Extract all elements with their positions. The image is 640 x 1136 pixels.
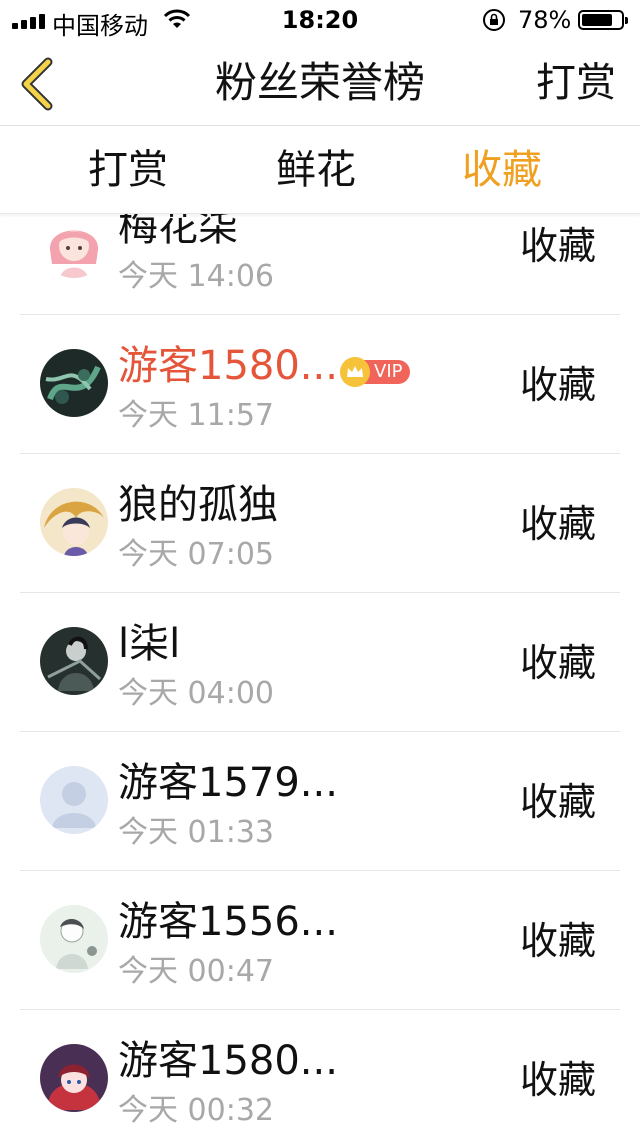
avatar[interactable] — [40, 905, 108, 973]
list-item[interactable]: l柒l 今天 04:00 收藏 — [20, 593, 620, 732]
vip-badge: VIP — [340, 357, 411, 387]
dark-warrior-avatar-icon — [40, 627, 108, 695]
user-name[interactable]: 游客1580... — [118, 341, 338, 391]
default-user-avatar-icon — [40, 766, 108, 834]
avatar[interactable] — [40, 627, 108, 695]
avatar[interactable] — [40, 488, 108, 556]
crown-icon — [340, 357, 370, 387]
chevron-left-icon — [21, 57, 53, 111]
user-name[interactable]: 游客1579... — [118, 758, 338, 808]
timestamp: 今天 00:32 — [118, 1093, 274, 1128]
avatar[interactable] — [40, 214, 108, 278]
avatar[interactable] — [40, 766, 108, 834]
dark-green-art-avatar-icon — [40, 349, 108, 417]
action-label: 收藏 — [519, 224, 596, 268]
list-item[interactable]: 游客1579... 今天 01:33 收藏 — [20, 732, 620, 871]
tab-reward[interactable]: 打赏 — [88, 144, 168, 196]
anime-dragon-avatar-icon — [40, 488, 108, 556]
action-label: 收藏 — [519, 919, 596, 963]
battery-percent: 78% — [518, 6, 572, 34]
action-label: 收藏 — [519, 363, 596, 407]
avatar[interactable] — [40, 349, 108, 417]
back-button[interactable] — [14, 56, 64, 112]
timestamp: 今天 07:05 — [118, 537, 274, 572]
reward-button[interactable]: 打赏 — [536, 56, 616, 110]
timestamp: 今天 01:33 — [118, 815, 274, 850]
action-label: 收藏 — [519, 502, 596, 546]
timestamp: 今天 11:57 — [118, 398, 274, 433]
anime-girl-avatar-icon — [40, 1044, 108, 1112]
tab-favorites[interactable]: 收藏 — [462, 144, 542, 196]
sketch-boy-avatar-icon — [40, 905, 108, 973]
timestamp: 今天 00:47 — [118, 954, 274, 989]
battery-icon — [578, 10, 628, 30]
user-name[interactable]: 游客1556... — [118, 897, 338, 947]
user-name[interactable]: 梅花柒 — [118, 214, 238, 252]
list-item[interactable]: 梅花柒 今天 14:06 收藏 — [20, 214, 620, 315]
status-bar: 中国移动 18:20 78% — [0, 0, 640, 40]
list-item[interactable]: 游客1580... VIP 今天 11:57 收藏 — [20, 315, 620, 454]
fan-list[interactable]: 梅花柒 今天 14:06 收藏 游客1580... VIP 今天 11:57 收… — [0, 214, 640, 1136]
action-label: 收藏 — [519, 780, 596, 824]
tab-flowers[interactable]: 鲜花 — [276, 144, 356, 196]
action-label: 收藏 — [519, 641, 596, 685]
timestamp: 今天 14:06 — [118, 259, 274, 294]
user-name[interactable]: 狼的孤独 — [118, 480, 278, 530]
rotation-lock-icon — [482, 8, 506, 38]
tab-bar: 打赏 鲜花 收藏 — [0, 126, 640, 214]
timestamp: 今天 04:00 — [118, 676, 274, 711]
list-item[interactable]: 狼的孤独 今天 07:05 收藏 — [20, 454, 620, 593]
list-item[interactable]: 游客1556... 今天 00:47 收藏 — [20, 871, 620, 1010]
nav-bar: 粉丝荣誉榜 打赏 — [0, 40, 640, 126]
list-item[interactable]: 游客1580... 今天 00:32 收藏 — [20, 1010, 620, 1136]
cartoon-girl-avatar-icon — [40, 214, 108, 278]
battery-fill — [582, 14, 612, 26]
action-label: 收藏 — [519, 1058, 596, 1102]
avatar[interactable] — [40, 1044, 108, 1112]
user-name[interactable]: l柒l — [118, 619, 180, 669]
user-name[interactable]: 游客1580... — [118, 1036, 338, 1086]
